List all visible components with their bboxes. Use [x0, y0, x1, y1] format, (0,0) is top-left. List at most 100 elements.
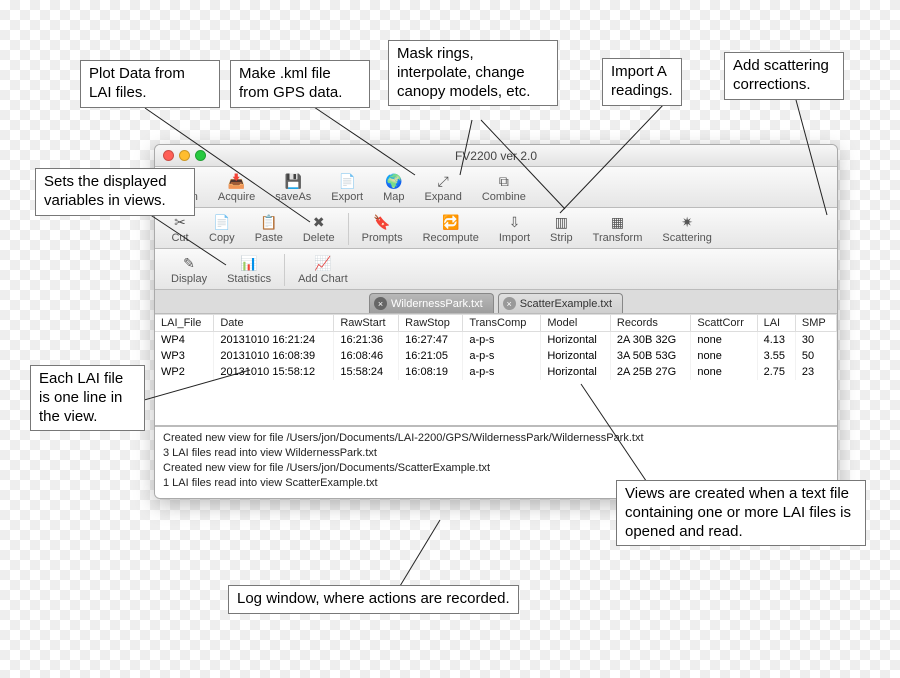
saveas-button[interactable]: 💾saveAs [265, 170, 321, 206]
statistics-button[interactable]: 📊Statistics [217, 252, 281, 288]
transform-label: Transform [593, 232, 643, 244]
col-records[interactable]: Records [610, 315, 691, 332]
import-button[interactable]: ⇩Import [489, 211, 540, 247]
export-button[interactable]: 📄Export [321, 170, 373, 206]
paste-label: Paste [255, 232, 283, 244]
prompts-icon: 🔖 [373, 213, 391, 231]
cell-lai: 4.13 [757, 332, 795, 349]
toolbar-row-2: ✂Cut📄Copy📋Paste✖Delete🔖Prompts🔁Recompute… [155, 208, 837, 249]
col-rawstop[interactable]: RawStop [399, 315, 463, 332]
cell-rawstop: 16:21:05 [399, 348, 463, 364]
callout-views: Views are created when a text file conta… [616, 480, 866, 546]
statistics-label: Statistics [227, 273, 271, 285]
cell-lai: 2.75 [757, 364, 795, 380]
tab-close-icon[interactable]: × [374, 297, 387, 310]
export-label: Export [331, 191, 363, 203]
callout-import: Import A readings. [602, 58, 682, 106]
display-label: Display [171, 273, 207, 285]
toolbar-row-3: ✎Display📊Statistics📈Add Chart [155, 249, 837, 290]
cell-rawstart: 16:08:46 [334, 348, 399, 364]
import-label: Import [499, 232, 530, 244]
tab-label: ScatterExample.txt [520, 298, 612, 310]
cell-model: Horizontal [541, 348, 611, 364]
combine-button[interactable]: ⧉Combine [472, 170, 536, 206]
col-lai_file[interactable]: LAI_File [155, 315, 214, 332]
cell-scattcorr: none [691, 348, 757, 364]
col-rawstart[interactable]: RawStart [334, 315, 399, 332]
window-title: FV2200 ver 2.0 [155, 149, 837, 163]
addchart-icon: 📈 [314, 254, 332, 272]
delete-label: Delete [303, 232, 335, 244]
transform-icon: ▦ [609, 213, 627, 231]
cell-records: 2A 30B 32G [610, 332, 691, 349]
col-scattcorr[interactable]: ScattCorr [691, 315, 757, 332]
prompts-label: Prompts [362, 232, 403, 244]
callout-log: Log window, where actions are recorded. [228, 585, 519, 614]
strip-label: Strip [550, 232, 573, 244]
addchart-button[interactable]: 📈Add Chart [288, 252, 358, 288]
acquire-icon: 📥 [228, 172, 246, 190]
delete-button[interactable]: ✖Delete [293, 211, 345, 247]
log-line: Created new view for file /Users/jon/Doc… [163, 431, 829, 446]
import-icon: ⇩ [505, 213, 523, 231]
map-label: Map [383, 191, 404, 203]
tab-scatterexample-txt[interactable]: × ScatterExample.txt [498, 293, 623, 313]
paste-button[interactable]: 📋Paste [245, 211, 293, 247]
tab-wildernesspark-txt[interactable]: ×WildernessPark.txt [369, 293, 494, 313]
map-icon: 🌍 [385, 172, 403, 190]
display-icon: ✎ [180, 254, 198, 272]
cell-scattcorr: none [691, 332, 757, 349]
expand-icon: ⤢ [434, 172, 452, 190]
scattering-icon: ✷ [678, 213, 696, 231]
table-row[interactable]: WP220131010 15:58:1215:58:2416:08:19a-p-… [155, 364, 837, 380]
cut-button[interactable]: ✂Cut [161, 211, 199, 247]
display-button[interactable]: ✎Display [161, 252, 217, 288]
cell-lai_file: WP2 [155, 364, 214, 380]
cell-rawstart: 16:21:36 [334, 332, 399, 349]
cell-rawstart: 15:58:24 [334, 364, 399, 380]
saveas-label: saveAs [275, 191, 311, 203]
transform-button[interactable]: ▦Transform [583, 211, 653, 247]
cut-label: Cut [171, 232, 188, 244]
cell-model: Horizontal [541, 364, 611, 380]
acquire-button[interactable]: 📥Acquire [208, 170, 265, 206]
copy-button[interactable]: 📄Copy [199, 211, 245, 247]
scattering-button[interactable]: ✷Scattering [652, 211, 722, 247]
combine-icon: ⧉ [495, 172, 513, 190]
cell-lai: 3.55 [757, 348, 795, 364]
cell-lai_file: WP3 [155, 348, 214, 364]
strip-icon: ▥ [552, 213, 570, 231]
prompts-button[interactable]: 🔖Prompts [352, 211, 413, 247]
map-button[interactable]: 🌍Map [373, 170, 414, 206]
tab-close-icon[interactable]: × [503, 297, 516, 310]
addchart-label: Add Chart [298, 273, 348, 285]
log-line: Created new view for file /Users/jon/Doc… [163, 461, 829, 476]
data-table: LAI_FileDateRawStartRawStopTransCompMode… [155, 314, 837, 380]
cell-rawstop: 16:08:19 [399, 364, 463, 380]
table-row[interactable]: WP420131010 16:21:2416:21:3616:27:47a-p-… [155, 332, 837, 349]
paste-icon: 📋 [260, 213, 278, 231]
col-model[interactable]: Model [541, 315, 611, 332]
export-icon: 📄 [338, 172, 356, 190]
log-line: 3 LAI files read into view WildernessPar… [163, 446, 829, 461]
cut-icon: ✂ [171, 213, 189, 231]
table-header-row: LAI_FileDateRawStartRawStopTransCompMode… [155, 315, 837, 332]
cell-transcomp: a-p-s [463, 364, 541, 380]
callout-row: Each LAI file is one line in the view. [30, 365, 145, 431]
expand-button[interactable]: ⤢Expand [415, 170, 472, 206]
col-transcomp[interactable]: TransComp [463, 315, 541, 332]
cell-lai_file: WP4 [155, 332, 214, 349]
copy-label: Copy [209, 232, 235, 244]
col-lai[interactable]: LAI [757, 315, 795, 332]
titlebar[interactable]: FV2200 ver 2.0 [155, 145, 837, 167]
col-smp[interactable]: SMP [795, 315, 836, 332]
col-date[interactable]: Date [214, 315, 334, 332]
toolbar-row-1: 📂Open📥Acquire💾saveAs📄Export🌍Map⤢Expand⧉C… [155, 167, 837, 208]
cell-date: 20131010 16:08:39 [214, 348, 334, 364]
cell-rawstop: 16:27:47 [399, 332, 463, 349]
acquire-label: Acquire [218, 191, 255, 203]
recompute-button[interactable]: 🔁Recompute [413, 211, 489, 247]
table-row[interactable]: WP320131010 16:08:3916:08:4616:21:05a-p-… [155, 348, 837, 364]
cell-smp: 23 [795, 364, 836, 380]
strip-button[interactable]: ▥Strip [540, 211, 583, 247]
